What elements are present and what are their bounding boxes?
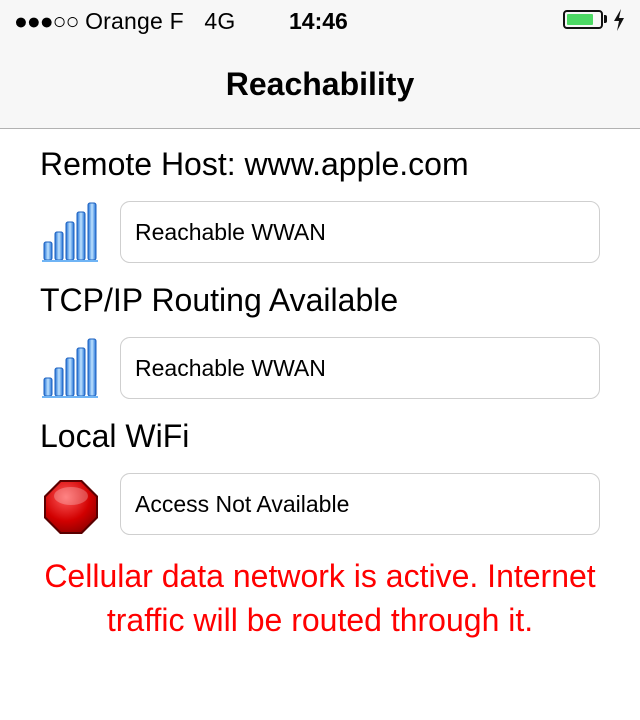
remote-host-wwan-signal-icon	[40, 200, 106, 266]
page-title: Reachability	[225, 66, 415, 102]
carrier-name: Orange F	[85, 8, 184, 34]
network-summary-message: Cellular data network is active. Interne…	[44, 558, 596, 638]
local-wifi-stop-sign-icon	[40, 476, 106, 542]
battery-tip	[604, 15, 607, 23]
internet-wwan-signal-icon	[40, 336, 106, 402]
carrier-info: ●●●○○ Orange F 4G	[14, 8, 236, 34]
remote-host-label: Remote Host: www.apple.com	[40, 146, 469, 182]
navigation-bar: Reachability	[0, 40, 640, 129]
internet-status-field[interactable]: Reachable WWAN	[120, 337, 600, 399]
status-bar: ●●●○○ Orange F 4G 14:46	[0, 0, 640, 40]
internet-connection-label: TCP/IP Routing Available	[40, 282, 399, 318]
battery-level-fill	[567, 14, 593, 25]
local-wifi-status-field[interactable]: Access Not Available	[120, 473, 600, 535]
signal-strength-dots: ●●●○○	[14, 8, 79, 34]
battery-icon	[563, 10, 603, 29]
charging-bolt-icon	[614, 9, 624, 31]
status-time: 14:46	[289, 8, 348, 34]
remote-host-status-field[interactable]: Reachable WWAN	[120, 201, 600, 263]
network-type: 4G	[204, 8, 236, 34]
local-wifi-label: Local WiFi	[40, 418, 190, 454]
